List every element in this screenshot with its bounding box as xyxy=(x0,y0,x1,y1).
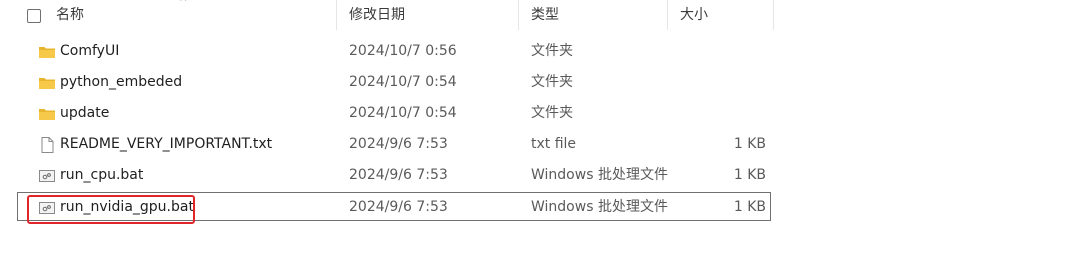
file-type: 文件夹 xyxy=(531,105,573,121)
folder-icon xyxy=(39,109,55,120)
column-header-type[interactable]: 类型 xyxy=(531,7,559,23)
file-row-readme[interactable]: README_VERY_IMPORTANT.txt 2024/9/6 7:53 … xyxy=(17,129,771,158)
batch-file-icon xyxy=(39,170,55,182)
text-file-icon xyxy=(41,137,54,153)
file-row-run-cpu[interactable]: run_cpu.bat 2024/9/6 7:53 Windows 批处理文件 … xyxy=(17,160,771,189)
file-type: 文件夹 xyxy=(531,74,573,90)
column-header-size[interactable]: 大小 xyxy=(680,7,708,23)
annotation-highlight-box xyxy=(27,195,195,224)
column-header-name[interactable]: 名称 xyxy=(56,7,84,23)
folder-icon xyxy=(39,47,55,58)
file-name: ComfyUI xyxy=(60,43,120,59)
file-name: README_VERY_IMPORTANT.txt xyxy=(60,136,273,152)
file-row-python-embeded[interactable]: python_embeded 2024/10/7 0:54 文件夹 xyxy=(17,67,771,96)
file-date-modified: 2024/10/7 0:54 xyxy=(349,74,457,90)
folder-icon xyxy=(39,78,55,89)
file-name: python_embeded xyxy=(60,74,183,90)
file-type: Windows 批处理文件 xyxy=(531,199,668,215)
file-size: 1 KB xyxy=(733,136,766,152)
file-type: txt file xyxy=(531,136,577,152)
column-divider[interactable] xyxy=(336,0,337,30)
file-size: 1 KB xyxy=(733,199,766,215)
column-header-date-modified[interactable]: 修改日期 xyxy=(349,7,405,23)
sort-ascending-icon: ^ xyxy=(179,0,188,8)
file-type: 文件夹 xyxy=(531,43,573,59)
file-date-modified: 2024/9/6 7:53 xyxy=(349,199,448,215)
select-all-checkbox[interactable] xyxy=(27,9,41,23)
file-date-modified: 2024/9/6 7:53 xyxy=(349,136,448,152)
file-date-modified: 2024/10/7 0:56 xyxy=(349,43,457,59)
column-divider[interactable] xyxy=(667,0,668,30)
file-row-comfyui[interactable]: ComfyUI 2024/10/7 0:56 文件夹 xyxy=(17,36,771,65)
column-header-row: ^ 名称 修改日期 类型 大小 xyxy=(0,0,1080,34)
file-size: 1 KB xyxy=(733,167,766,183)
file-date-modified: 2024/10/7 0:54 xyxy=(349,105,457,121)
file-name: update xyxy=(60,105,110,121)
column-divider[interactable] xyxy=(518,0,519,30)
file-row-update[interactable]: update 2024/10/7 0:54 文件夹 xyxy=(17,98,771,127)
file-type: Windows 批处理文件 xyxy=(531,167,668,183)
file-date-modified: 2024/9/6 7:53 xyxy=(349,167,448,183)
column-divider[interactable] xyxy=(773,0,774,30)
file-name: run_cpu.bat xyxy=(60,167,144,183)
